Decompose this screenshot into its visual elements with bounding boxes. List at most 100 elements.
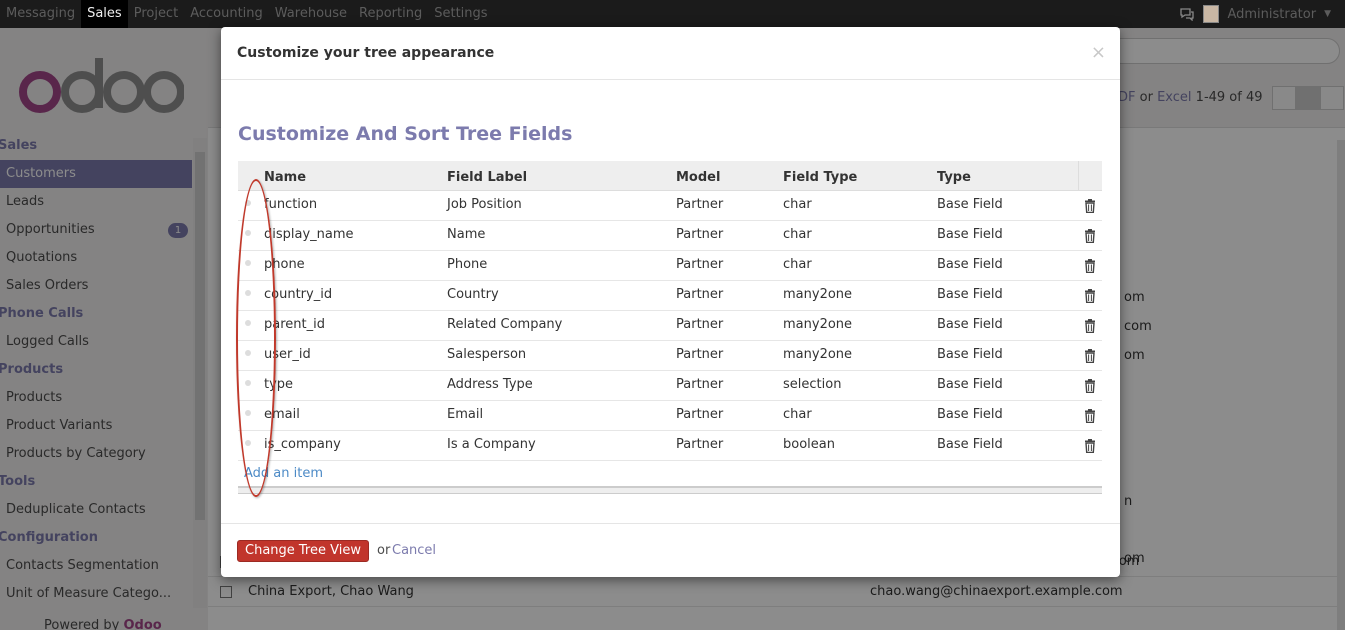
cell-type: Base Field (937, 317, 1003, 332)
cell-model: Partner (676, 437, 724, 452)
drag-handle-icon[interactable] (245, 230, 251, 236)
cell-name: is_company (264, 437, 341, 452)
col-name: Name (264, 170, 307, 185)
table-row[interactable]: country_id Country Partner many2one Base Fie… (238, 281, 1102, 311)
table-row[interactable]: is_company Is a Company Partner boolean Base… (238, 431, 1102, 461)
dialog-title: Customize your tree appearance (237, 45, 495, 61)
cell-model: Partner (676, 257, 724, 272)
cancel-link[interactable]: Cancel (392, 543, 436, 558)
cell-model: Partner (676, 317, 724, 332)
topnav-item-project[interactable]: Project (128, 0, 184, 28)
cell-ftype: many2one (783, 287, 853, 302)
cell-model: Partner (676, 287, 724, 302)
trash-icon[interactable] (1084, 349, 1096, 363)
trash-icon[interactable] (1084, 439, 1096, 453)
table-row[interactable]: type Address Type Partner selection Base Fie… (238, 371, 1102, 401)
drag-handle-icon[interactable] (245, 200, 251, 206)
cell-ftype: char (783, 197, 812, 212)
cell-name: email (264, 407, 300, 422)
cell-name: phone (264, 257, 305, 272)
cell-model: Partner (676, 407, 724, 422)
chevron-down-icon: ▼ (1324, 9, 1331, 19)
table-header: Name Field Label Model Field Type Type (238, 161, 1102, 191)
cell-name: country_id (264, 287, 333, 302)
top-menu: Messaging Sales Project Accounting Warehouse… (0, 0, 494, 28)
cell-type: Base Field (937, 287, 1003, 302)
cell-type: Base Field (937, 347, 1003, 362)
cell-name: function (264, 197, 318, 212)
trash-icon[interactable] (1084, 409, 1096, 423)
cell-ftype: many2one (783, 317, 853, 332)
cell-name: user_id (264, 347, 311, 362)
cell-type: Base Field (937, 257, 1003, 272)
drag-handle-icon[interactable] (245, 410, 251, 416)
topnav-item-sales[interactable]: Sales (81, 0, 128, 28)
user-area: Administrator ▼ (1179, 0, 1331, 28)
cell-model: Partner (676, 347, 724, 362)
topnav-item-settings[interactable]: Settings (428, 0, 493, 28)
cell-model: Partner (676, 227, 724, 242)
cell-label: Salesperson (447, 347, 527, 362)
drag-handle-icon[interactable] (245, 260, 251, 266)
drag-handle-icon[interactable] (245, 290, 251, 296)
col-type: Type (937, 170, 971, 185)
user-name[interactable]: Administrator (1227, 7, 1316, 22)
cell-type: Base Field (937, 407, 1003, 422)
table-row[interactable]: phone Phone Partner char Base Field (238, 251, 1102, 281)
cell-label: Country (447, 287, 499, 302)
cell-model: Partner (676, 377, 724, 392)
dialog-header: Customize your tree appearance × (221, 27, 1120, 80)
cell-ftype: char (783, 257, 812, 272)
cell-ftype: char (783, 407, 812, 422)
drag-handle-icon[interactable] (245, 440, 251, 446)
drag-handle-icon[interactable] (245, 380, 251, 386)
trash-icon[interactable] (1084, 379, 1096, 393)
cell-label: Email (447, 407, 484, 422)
cell-label: Address Type (447, 377, 533, 392)
table-row[interactable]: user_id Salesperson Partner many2one Base Fi… (238, 341, 1102, 371)
cell-ftype: char (783, 227, 812, 242)
cell-type: Base Field (937, 227, 1003, 242)
close-icon[interactable]: × (1091, 42, 1106, 63)
trash-icon[interactable] (1084, 319, 1096, 333)
cell-label: Is a Company (447, 437, 536, 452)
cell-ftype: many2one (783, 347, 853, 362)
cell-type: Base Field (937, 377, 1003, 392)
topnav-item-accounting[interactable]: Accounting (184, 0, 269, 28)
cell-label: Phone (447, 257, 488, 272)
change-tree-view-button[interactable]: Change Tree View (237, 540, 369, 562)
chat-icon[interactable] (1179, 7, 1195, 21)
drag-handle-icon[interactable] (245, 350, 251, 356)
avatar[interactable] (1203, 5, 1220, 23)
cell-type: Base Field (937, 197, 1003, 212)
add-item-link[interactable]: Add an item (244, 466, 323, 481)
cell-ftype: selection (783, 377, 842, 392)
cell-name: parent_id (264, 317, 325, 332)
col-field-label: Field Label (447, 170, 528, 185)
trash-icon[interactable] (1084, 259, 1096, 273)
trash-icon[interactable] (1084, 199, 1096, 213)
cell-label: Name (447, 227, 486, 242)
table-row[interactable]: email Email Partner char Base Field (238, 401, 1102, 431)
trash-icon[interactable] (1084, 289, 1096, 303)
add-item-row: Add an item (238, 461, 1102, 488)
cell-name: type (264, 377, 294, 392)
trash-icon[interactable] (1084, 229, 1096, 243)
table-body: function Job Position Partner char Base Fiel… (238, 191, 1102, 461)
topnav-item-reporting[interactable]: Reporting (353, 0, 428, 28)
cell-label: Related Company (447, 317, 563, 332)
table-row[interactable]: function Job Position Partner char Base Fiel… (238, 191, 1102, 221)
topnav-item-warehouse[interactable]: Warehouse (269, 0, 353, 28)
table-footer (238, 488, 1102, 494)
or-text: or (377, 543, 391, 558)
customize-dialog: Customize your tree appearance × Customi… (221, 27, 1120, 577)
dialog-footer: Change Tree View or Cancel (221, 523, 1120, 577)
drag-handle-icon[interactable] (245, 320, 251, 326)
fields-table: Name Field Label Model Field Type Type f… (238, 161, 1102, 494)
table-row[interactable]: parent_id Related Company Partner many2one B… (238, 311, 1102, 341)
col-model: Model (676, 170, 721, 185)
topnav-item-messaging[interactable]: Messaging (0, 0, 81, 28)
cell-model: Partner (676, 197, 724, 212)
cell-name: display_name (264, 227, 354, 242)
table-row[interactable]: display_name Name Partner char Base Field (238, 221, 1102, 251)
